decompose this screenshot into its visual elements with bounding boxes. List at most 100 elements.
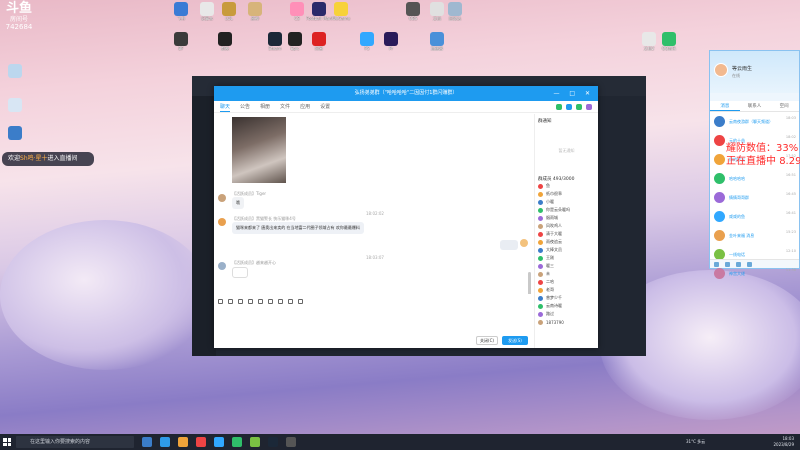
- tab-messages[interactable]: 消息: [710, 101, 740, 111]
- more-icon[interactable]: [298, 298, 303, 304]
- desktop-icon[interactable]: 网易: [306, 32, 332, 51]
- conversation-name: 情情哥哥群: [729, 194, 749, 200]
- desktop-icon[interactable]: 剪映: [212, 32, 238, 51]
- tab-space[interactable]: 空间: [769, 101, 799, 111]
- avatar: [538, 255, 543, 261]
- desktop-icon[interactable]: 回收站: [442, 2, 468, 21]
- member-item[interactable]: 1873790: [535, 318, 598, 326]
- member-item[interactable]: 雨夜追云: [535, 238, 598, 246]
- weather-widget[interactable]: 31°C 多云: [686, 439, 705, 445]
- member-item[interactable]: 曾梦少千: [535, 294, 598, 302]
- tab-files[interactable]: 文件: [280, 101, 290, 112]
- member-item[interactable]: 老哥: [535, 286, 598, 294]
- taskbar-search[interactable]: 在这里输入你要搜索的内容: [16, 436, 134, 448]
- xbox-icon[interactable]: [250, 437, 260, 447]
- desktop-icon-left-3[interactable]: [2, 126, 28, 140]
- steam-icon[interactable]: [268, 437, 278, 447]
- conversation-item[interactable]: 云南夜游群（聊天频道） 18:03: [710, 112, 799, 131]
- member-item[interactable]: 纸巾很乖: [535, 190, 598, 198]
- member-item[interactable]: 未: [535, 270, 598, 278]
- member-item[interactable]: 王刚: [535, 254, 598, 262]
- chat-titlebar[interactable]: 弘扬弟弟群（"哈哈哈哈"二因因付1群闪赚群） — □ ✕: [214, 86, 598, 101]
- folder-icon[interactable]: [248, 298, 253, 304]
- member-item[interactable]: 你是云朵暖吗: [535, 206, 598, 214]
- member-name: 大棒文员: [546, 247, 562, 252]
- shared-photo[interactable]: [232, 117, 286, 183]
- desktop-icon[interactable]: PS: [354, 32, 380, 51]
- video-icon[interactable]: [566, 104, 572, 110]
- game-icon[interactable]: [736, 261, 741, 267]
- scissors-icon[interactable]: [238, 298, 243, 304]
- desktop-icon[interactable]: OBS: [400, 2, 426, 21]
- edge-icon[interactable]: [160, 437, 170, 447]
- phone-icon[interactable]: [556, 104, 562, 110]
- avatar[interactable]: [218, 194, 226, 202]
- windows-start-icon[interactable]: [3, 438, 11, 446]
- desktop-icon[interactable]: 原神: [242, 2, 268, 21]
- task-view-icon[interactable]: [142, 437, 152, 447]
- tab-album[interactable]: 相册: [260, 101, 270, 112]
- desktop-icon[interactable]: Pr: [378, 32, 404, 51]
- menu-icon[interactable]: [714, 261, 719, 267]
- screen-share-icon[interactable]: [576, 104, 582, 110]
- gif-icon[interactable]: [228, 298, 233, 304]
- member-item[interactable]: 路过: [535, 310, 598, 318]
- avatar[interactable]: [714, 63, 728, 77]
- shake-icon[interactable]: [278, 298, 283, 304]
- member-name: 云南诗暖: [546, 303, 562, 308]
- member-item[interactable]: 大棒文员: [535, 246, 598, 254]
- apps-icon[interactable]: [586, 104, 592, 110]
- member-item[interactable]: 风吹鸡人: [535, 222, 598, 230]
- tab-chat[interactable]: 聊天: [220, 101, 231, 112]
- member-item[interactable]: 云南诗暖: [535, 302, 598, 310]
- tab-apps[interactable]: 应用: [300, 101, 310, 112]
- conversation-item[interactable]: 哈哈哈哈 16:51: [710, 169, 799, 188]
- image-icon[interactable]: [258, 298, 263, 304]
- wechat-icon[interactable]: [232, 437, 242, 447]
- avatar: [714, 230, 725, 241]
- member-item[interactable]: 暖三: [535, 262, 598, 270]
- desktop-icon[interactable]: 加速器: [424, 32, 450, 51]
- close-button[interactable]: 关闭(C): [476, 336, 498, 345]
- music-icon[interactable]: [268, 298, 273, 304]
- window-controls[interactable]: — □ ✕: [553, 86, 594, 101]
- tab-contacts[interactable]: 联系人: [740, 101, 770, 111]
- desktop-icon-left-2[interactable]: [2, 98, 28, 112]
- emoji-icon[interactable]: [218, 298, 223, 304]
- desktop-icon[interactable]: LOL: [216, 2, 242, 21]
- system-clock[interactable]: 18:03 2023/8/29: [773, 436, 794, 448]
- tab-settings[interactable]: 设置: [320, 101, 330, 112]
- message-input[interactable]: [214, 308, 532, 334]
- scrollbar[interactable]: [528, 272, 531, 294]
- member-item[interactable]: 鱼: [535, 182, 598, 190]
- add-icon[interactable]: [747, 261, 752, 267]
- conversation-item[interactable]: 金叶来福 消息 15:23: [710, 226, 799, 245]
- desktop-icon[interactable]: WeGame: [328, 2, 354, 21]
- qq-search-input[interactable]: [710, 93, 799, 101]
- conversation-time: 11:38: [785, 268, 796, 272]
- tab-notice[interactable]: 公告: [240, 101, 250, 112]
- desktop-icon-label: LOL: [225, 16, 233, 21]
- members-title: 群成员 493/3000: [538, 177, 575, 182]
- qq-icon[interactable]: [214, 437, 224, 447]
- send-button[interactable]: 发送(S): [502, 336, 528, 345]
- browser-icon[interactable]: [196, 437, 206, 447]
- desktop-icon[interactable]: BF: [168, 32, 194, 51]
- desktop-icon-left-1[interactable]: [2, 64, 28, 78]
- member-item[interactable]: 清于大暖: [535, 230, 598, 238]
- desktop-icon[interactable]: QQ音乐: [656, 32, 682, 51]
- voice-icon[interactable]: [288, 298, 293, 304]
- desktop-icon[interactable]: 飞书: [168, 2, 194, 21]
- avatar[interactable]: [520, 239, 528, 247]
- conversation-item[interactable]: 情情哥哥群 16:45: [710, 188, 799, 207]
- conversation-item[interactable]: 咸咸的鱼 16:41: [710, 207, 799, 226]
- file-icon[interactable]: [725, 261, 730, 267]
- obs-icon[interactable]: [286, 437, 296, 447]
- explorer-icon[interactable]: [178, 437, 188, 447]
- avatar[interactable]: [218, 262, 226, 270]
- member-item[interactable]: 小暖: [535, 198, 598, 206]
- avatar[interactable]: [218, 218, 226, 226]
- desktop-icon[interactable]: Epic: [282, 32, 308, 51]
- member-item[interactable]: 烟雨城: [535, 214, 598, 222]
- member-item[interactable]: 二哈: [535, 278, 598, 286]
